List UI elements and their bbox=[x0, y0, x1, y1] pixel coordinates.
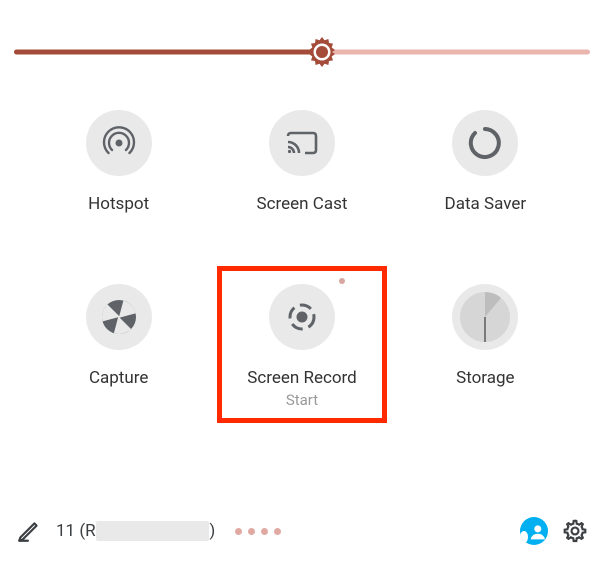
tile-label: Capture bbox=[89, 368, 148, 388]
quick-settings-grid: Hotspot Screen Cast Data Saver bbox=[0, 110, 604, 409]
storage-icon bbox=[452, 284, 518, 350]
edit-button[interactable] bbox=[16, 518, 42, 544]
brightness-icon[interactable] bbox=[304, 34, 340, 70]
tile-screen-cast[interactable]: Screen Cast bbox=[215, 110, 388, 214]
slider-track bbox=[14, 50, 590, 55]
tile-data-saver[interactable]: Data Saver bbox=[399, 110, 572, 214]
bottom-bar: 11 (Rxxxx) bbox=[0, 517, 604, 545]
slider-track-fill bbox=[14, 50, 322, 55]
account-icon[interactable] bbox=[520, 517, 548, 545]
tile-label: Screen Record bbox=[247, 368, 357, 388]
tile-screen-record[interactable]: Screen Record Start bbox=[215, 284, 388, 408]
version-text: 11 (Rxxxx) bbox=[56, 521, 215, 541]
tile-label: Hotspot bbox=[88, 194, 149, 214]
data-saver-icon bbox=[452, 110, 518, 176]
tile-label: Data Saver bbox=[445, 194, 527, 214]
brightness-slider[interactable] bbox=[14, 40, 590, 64]
settings-button[interactable] bbox=[562, 518, 588, 544]
page-indicator[interactable] bbox=[235, 528, 281, 535]
tile-capture[interactable]: Capture bbox=[32, 284, 205, 408]
record-icon bbox=[269, 284, 335, 350]
tile-sublabel: Start bbox=[286, 391, 318, 409]
aperture-icon bbox=[86, 284, 152, 350]
record-indicator-dot bbox=[339, 278, 345, 284]
tile-label: Screen Cast bbox=[257, 194, 348, 214]
tile-hotspot[interactable]: Hotspot bbox=[32, 110, 205, 214]
hotspot-icon bbox=[86, 110, 152, 176]
tile-storage[interactable]: Storage bbox=[399, 284, 572, 408]
cast-icon bbox=[269, 110, 335, 176]
tile-label: Storage bbox=[456, 368, 514, 388]
